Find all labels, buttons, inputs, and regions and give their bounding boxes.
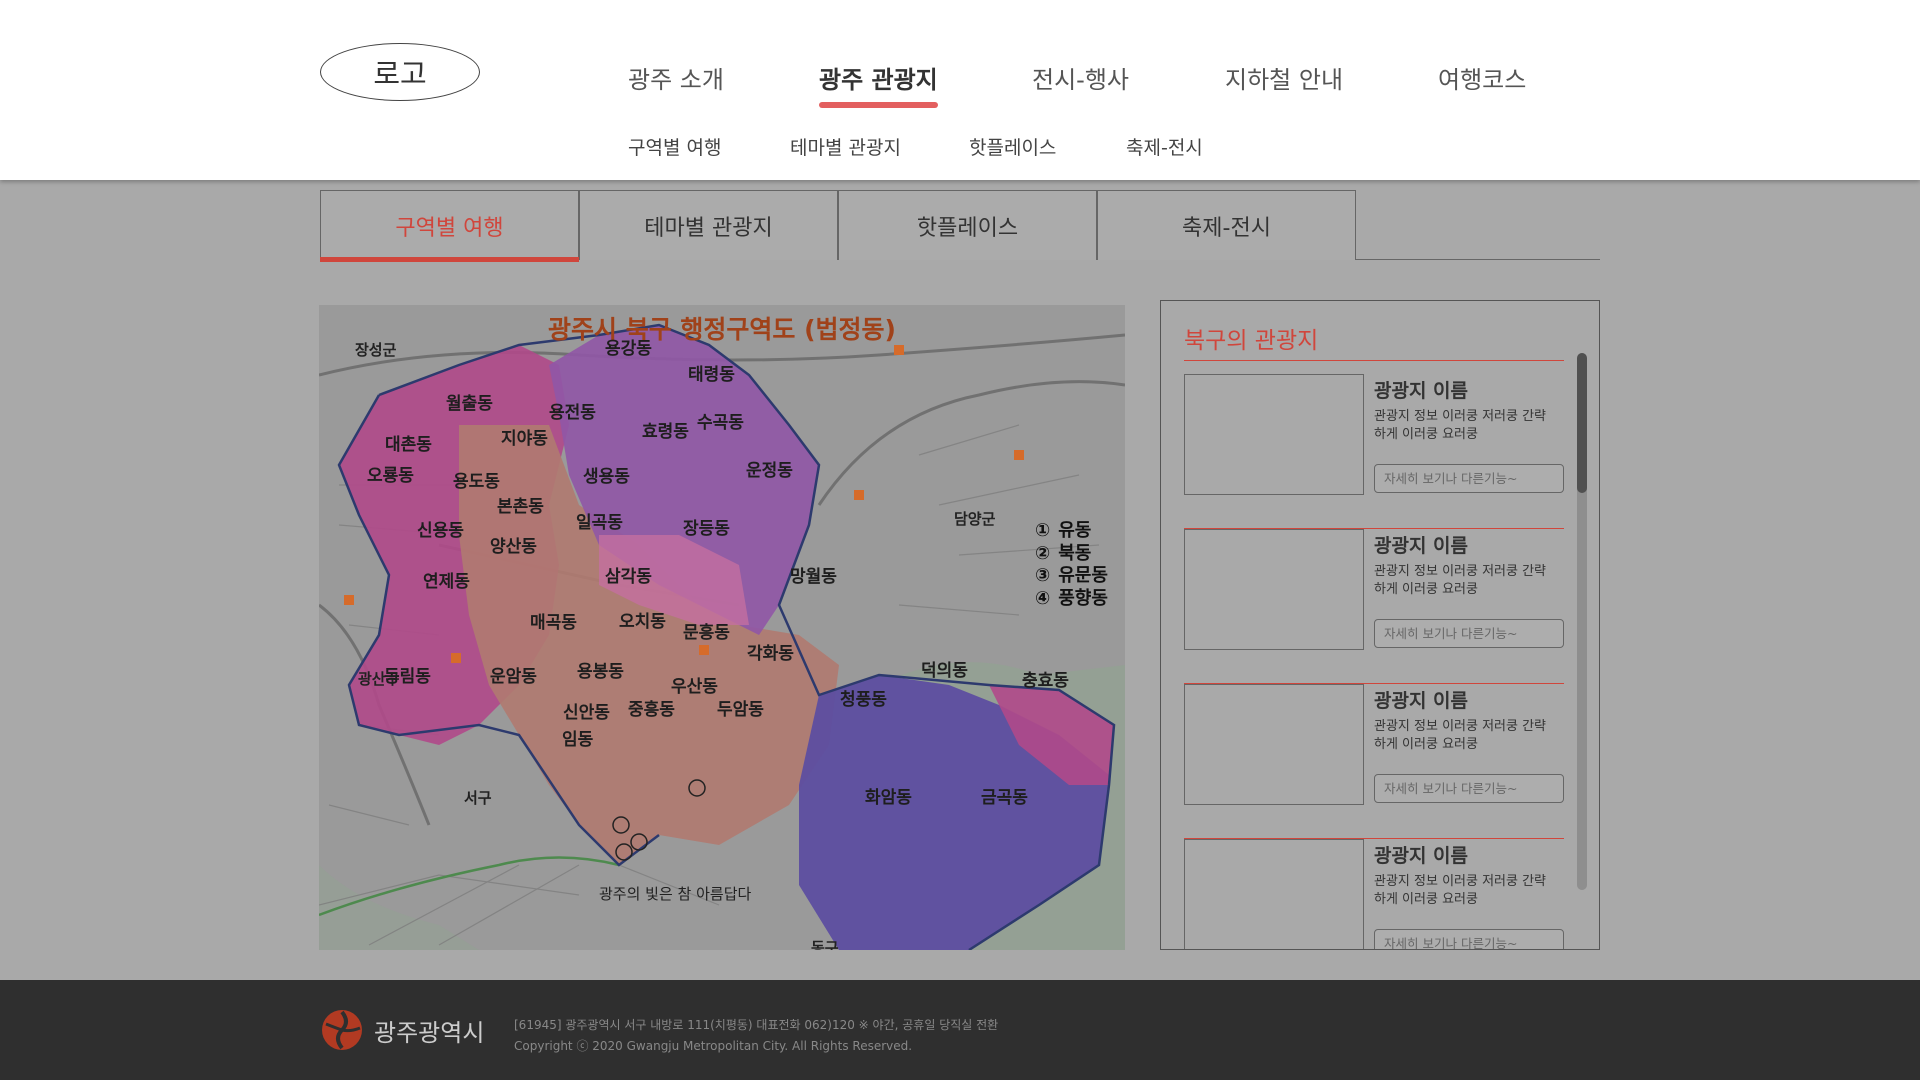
attraction-card[interactable]: 광광지 이름 관광지 정보 이러쿵 저러쿵 간략하게 이러쿵 요러쿵 자세히 보…	[1184, 374, 1564, 529]
legend-item: ③ 유문동	[1035, 565, 1108, 586]
map-dong-label[interactable]: 장등동	[683, 514, 730, 539]
map-dong-label[interactable]: 매곡동	[530, 608, 577, 633]
attraction-more-button[interactable]: 자세히 보기나 다른기능~	[1374, 464, 1564, 493]
map-dong-label[interactable]: 수곡동	[697, 408, 744, 433]
map-dong-label[interactable]: 효령동	[642, 417, 689, 442]
map-dong-label[interactable]: 청풍동	[840, 685, 887, 710]
map-dong-label[interactable]: 연제동	[423, 567, 470, 592]
map-dong-label[interactable]: 충효동	[1022, 666, 1069, 691]
footer-address: [61945] 광주광역시 서구 내방로 111(치평동) 대표전화 062)1…	[514, 1018, 999, 1032]
map-dong-label[interactable]: 본촌동	[497, 492, 544, 517]
map-dong-label[interactable]: 화암동	[865, 783, 912, 808]
footer-brand: 광주광역시	[374, 1018, 485, 1047]
attraction-thumbnail[interactable]	[1184, 839, 1364, 949]
map-dong-label[interactable]: 삼각동	[605, 562, 652, 587]
map-dong-label[interactable]: 대촌동	[385, 430, 432, 455]
map-dong-label[interactable]: 우산동	[671, 672, 718, 697]
subnav-district-travel[interactable]: 구역별 여행	[628, 133, 721, 160]
map-dong-label[interactable]: 용봉동	[577, 657, 624, 682]
map-dong-label[interactable]: 금곡동	[981, 783, 1028, 808]
map-dong-label[interactable]: 운암동	[490, 662, 537, 687]
map-dong-label[interactable]: 양산동	[490, 532, 537, 557]
attraction-more-button[interactable]: 자세히 보기나 다른기능~	[1374, 929, 1564, 949]
subnav-festival-exhibition[interactable]: 축제-전시	[1126, 133, 1203, 160]
area-label-seogu: 서구	[464, 789, 492, 807]
map-dong-label[interactable]: 지야동	[501, 424, 548, 449]
nav-travel-course[interactable]: 여행코스	[1438, 60, 1526, 95]
map-dong-label[interactable]: 일곡동	[576, 508, 623, 533]
tab-theme-attractions[interactable]: 테마별 관광지	[579, 190, 838, 260]
attraction-card[interactable]: 광광지 이름 관광지 정보 이러쿵 저러쿵 간략하게 이러쿵 요러쿵 자세히 보…	[1184, 684, 1564, 839]
site-header: 로고 광주 소개 광주 관광지 전시-행사 지하철 안내 여행코스 구역별 여행…	[0, 0, 1920, 180]
legend-item: ① 유동	[1035, 520, 1092, 541]
map-dong-label[interactable]: 두암동	[717, 695, 764, 720]
map-dong-label[interactable]: 문흥동	[683, 618, 730, 643]
map-dong-label[interactable]: 중흥동	[628, 695, 675, 720]
map-dong-label[interactable]: 용강동	[605, 334, 652, 359]
site-footer: 광주광역시 [61945] 광주광역시 서구 내방로 111(치평동) 대표전화…	[0, 980, 1920, 1080]
footer-copyright: Copyright ⓒ 2020 Gwangju Metropolitan Ci…	[514, 1039, 913, 1053]
map-slogan: 광주의 빛은 참 아름답다	[599, 885, 752, 903]
legend-item: ② 북동	[1035, 542, 1092, 564]
attraction-card[interactable]: 광광지 이름 관광지 정보 이러쿵 저러쿵 간략하게 이러쿵 요러쿵 자세히 보…	[1184, 839, 1564, 949]
nav-gwangju-intro[interactable]: 광주 소개	[628, 60, 724, 95]
map-dong-label[interactable]: 덕의동	[921, 656, 968, 681]
map-dong-label[interactable]: 오룡동	[367, 461, 414, 486]
area-label-damyang: 담양군	[954, 510, 996, 528]
nav-exhibitions-events[interactable]: 전시-행사	[1032, 60, 1129, 95]
map-dong-label[interactable]: 용전동	[549, 398, 596, 423]
map-legend: ① 유동 ② 북동 ③ 유문동 ④ 풍향동	[1035, 520, 1108, 610]
attraction-thumbnail[interactable]	[1184, 374, 1364, 495]
attraction-thumbnail[interactable]	[1184, 684, 1364, 805]
nav-subway-guide[interactable]: 지하철 안내	[1225, 60, 1343, 95]
gwangju-emblem-icon	[322, 1010, 362, 1050]
footer-logo[interactable]: 광주광역시	[320, 1008, 484, 1052]
attraction-description: 관광지 정보 이러쿵 저러쿵 간략하게 이러쿵 요러쿵	[1374, 409, 1547, 442]
map-dong-label[interactable]: 신용동	[417, 516, 464, 541]
panel-scrollbar-thumb[interactable]	[1577, 353, 1587, 493]
area-label-donggu: 동구	[811, 939, 839, 950]
map-dong-label[interactable]: 오치동	[619, 607, 666, 632]
attraction-description: 관광지 정보 이러쿵 저러쿵 간략하게 이러쿵 요러쿵	[1374, 874, 1547, 907]
map-dong-label[interactable]: 월출동	[446, 389, 493, 414]
content-tabs: 구역별 여행 테마별 관광지 핫플레이스 축제-전시	[320, 190, 1600, 262]
attraction-thumbnail[interactable]	[1184, 529, 1364, 650]
map-dong-label[interactable]: 망월동	[790, 562, 837, 587]
attraction-name: 광광지 이름	[1374, 690, 1469, 712]
map-title: 광주시 북구 행정구역도 (법정동)	[548, 315, 896, 344]
attraction-name: 광광지 이름	[1374, 380, 1469, 402]
main-nav: 광주 소개 광주 관광지 전시-행사 지하철 안내 여행코스	[0, 60, 1920, 110]
attraction-description: 관광지 정보 이러쿵 저러쿵 간략하게 이러쿵 요러쿵	[1374, 564, 1547, 597]
tab-hot-places[interactable]: 핫플레이스	[838, 190, 1097, 260]
sub-nav: 구역별 여행 테마별 관광지 핫플레이스 축제-전시	[0, 133, 1920, 163]
tab-district-travel[interactable]: 구역별 여행	[320, 190, 579, 262]
attractions-panel: 북구의 관광지 광광지 이름 관광지 정보 이러쿵 저러쿵 간략하게 이러쿵 요…	[1160, 300, 1600, 950]
attraction-name: 광광지 이름	[1374, 845, 1469, 867]
map-dong-label[interactable]: 동림동	[384, 662, 431, 687]
map-dong-label[interactable]: 운정동	[746, 456, 793, 481]
map-dong-label[interactable]: 태령동	[688, 360, 735, 385]
subnav-hot-places[interactable]: 핫플레이스	[969, 133, 1056, 160]
tab-festival-exhibition[interactable]: 축제-전시	[1097, 190, 1356, 260]
nav-gwangju-tourism[interactable]: 광주 관광지	[819, 60, 938, 108]
map-dong-label[interactable]: 생용동	[583, 462, 630, 487]
subnav-theme-attractions[interactable]: 테마별 관광지	[790, 133, 901, 160]
map-dong-label[interactable]: 각화동	[747, 639, 794, 664]
area-label-jangseong: 장성군	[355, 341, 397, 359]
attraction-more-button[interactable]: 자세히 보기나 다른기능~	[1374, 619, 1564, 648]
footer-info: [61945] 광주광역시 서구 내방로 111(치평동) 대표전화 062)1…	[514, 1015, 998, 1057]
legend-item: ④ 풍향동	[1035, 587, 1108, 609]
map-dong-label[interactable]: 임동	[562, 725, 593, 750]
attraction-more-button[interactable]: 자세히 보기나 다른기능~	[1374, 774, 1564, 803]
map-dong-label[interactable]: 용도동	[453, 467, 500, 492]
district-map[interactable]: 광주시 북구 행정구역도 (법정동) 장성군 담양군 광산구 서구 동구 용강동…	[319, 305, 1125, 950]
attraction-card[interactable]: 광광지 이름 관광지 정보 이러쿵 저러쿵 간략하게 이러쿵 요러쿵 자세히 보…	[1184, 529, 1564, 684]
attraction-name: 광광지 이름	[1374, 535, 1469, 557]
attraction-description: 관광지 정보 이러쿵 저러쿵 간략하게 이러쿵 요러쿵	[1374, 719, 1547, 752]
map-dong-label[interactable]: 신안동	[563, 698, 610, 723]
panel-title: 북구의 관광지	[1184, 321, 1564, 361]
